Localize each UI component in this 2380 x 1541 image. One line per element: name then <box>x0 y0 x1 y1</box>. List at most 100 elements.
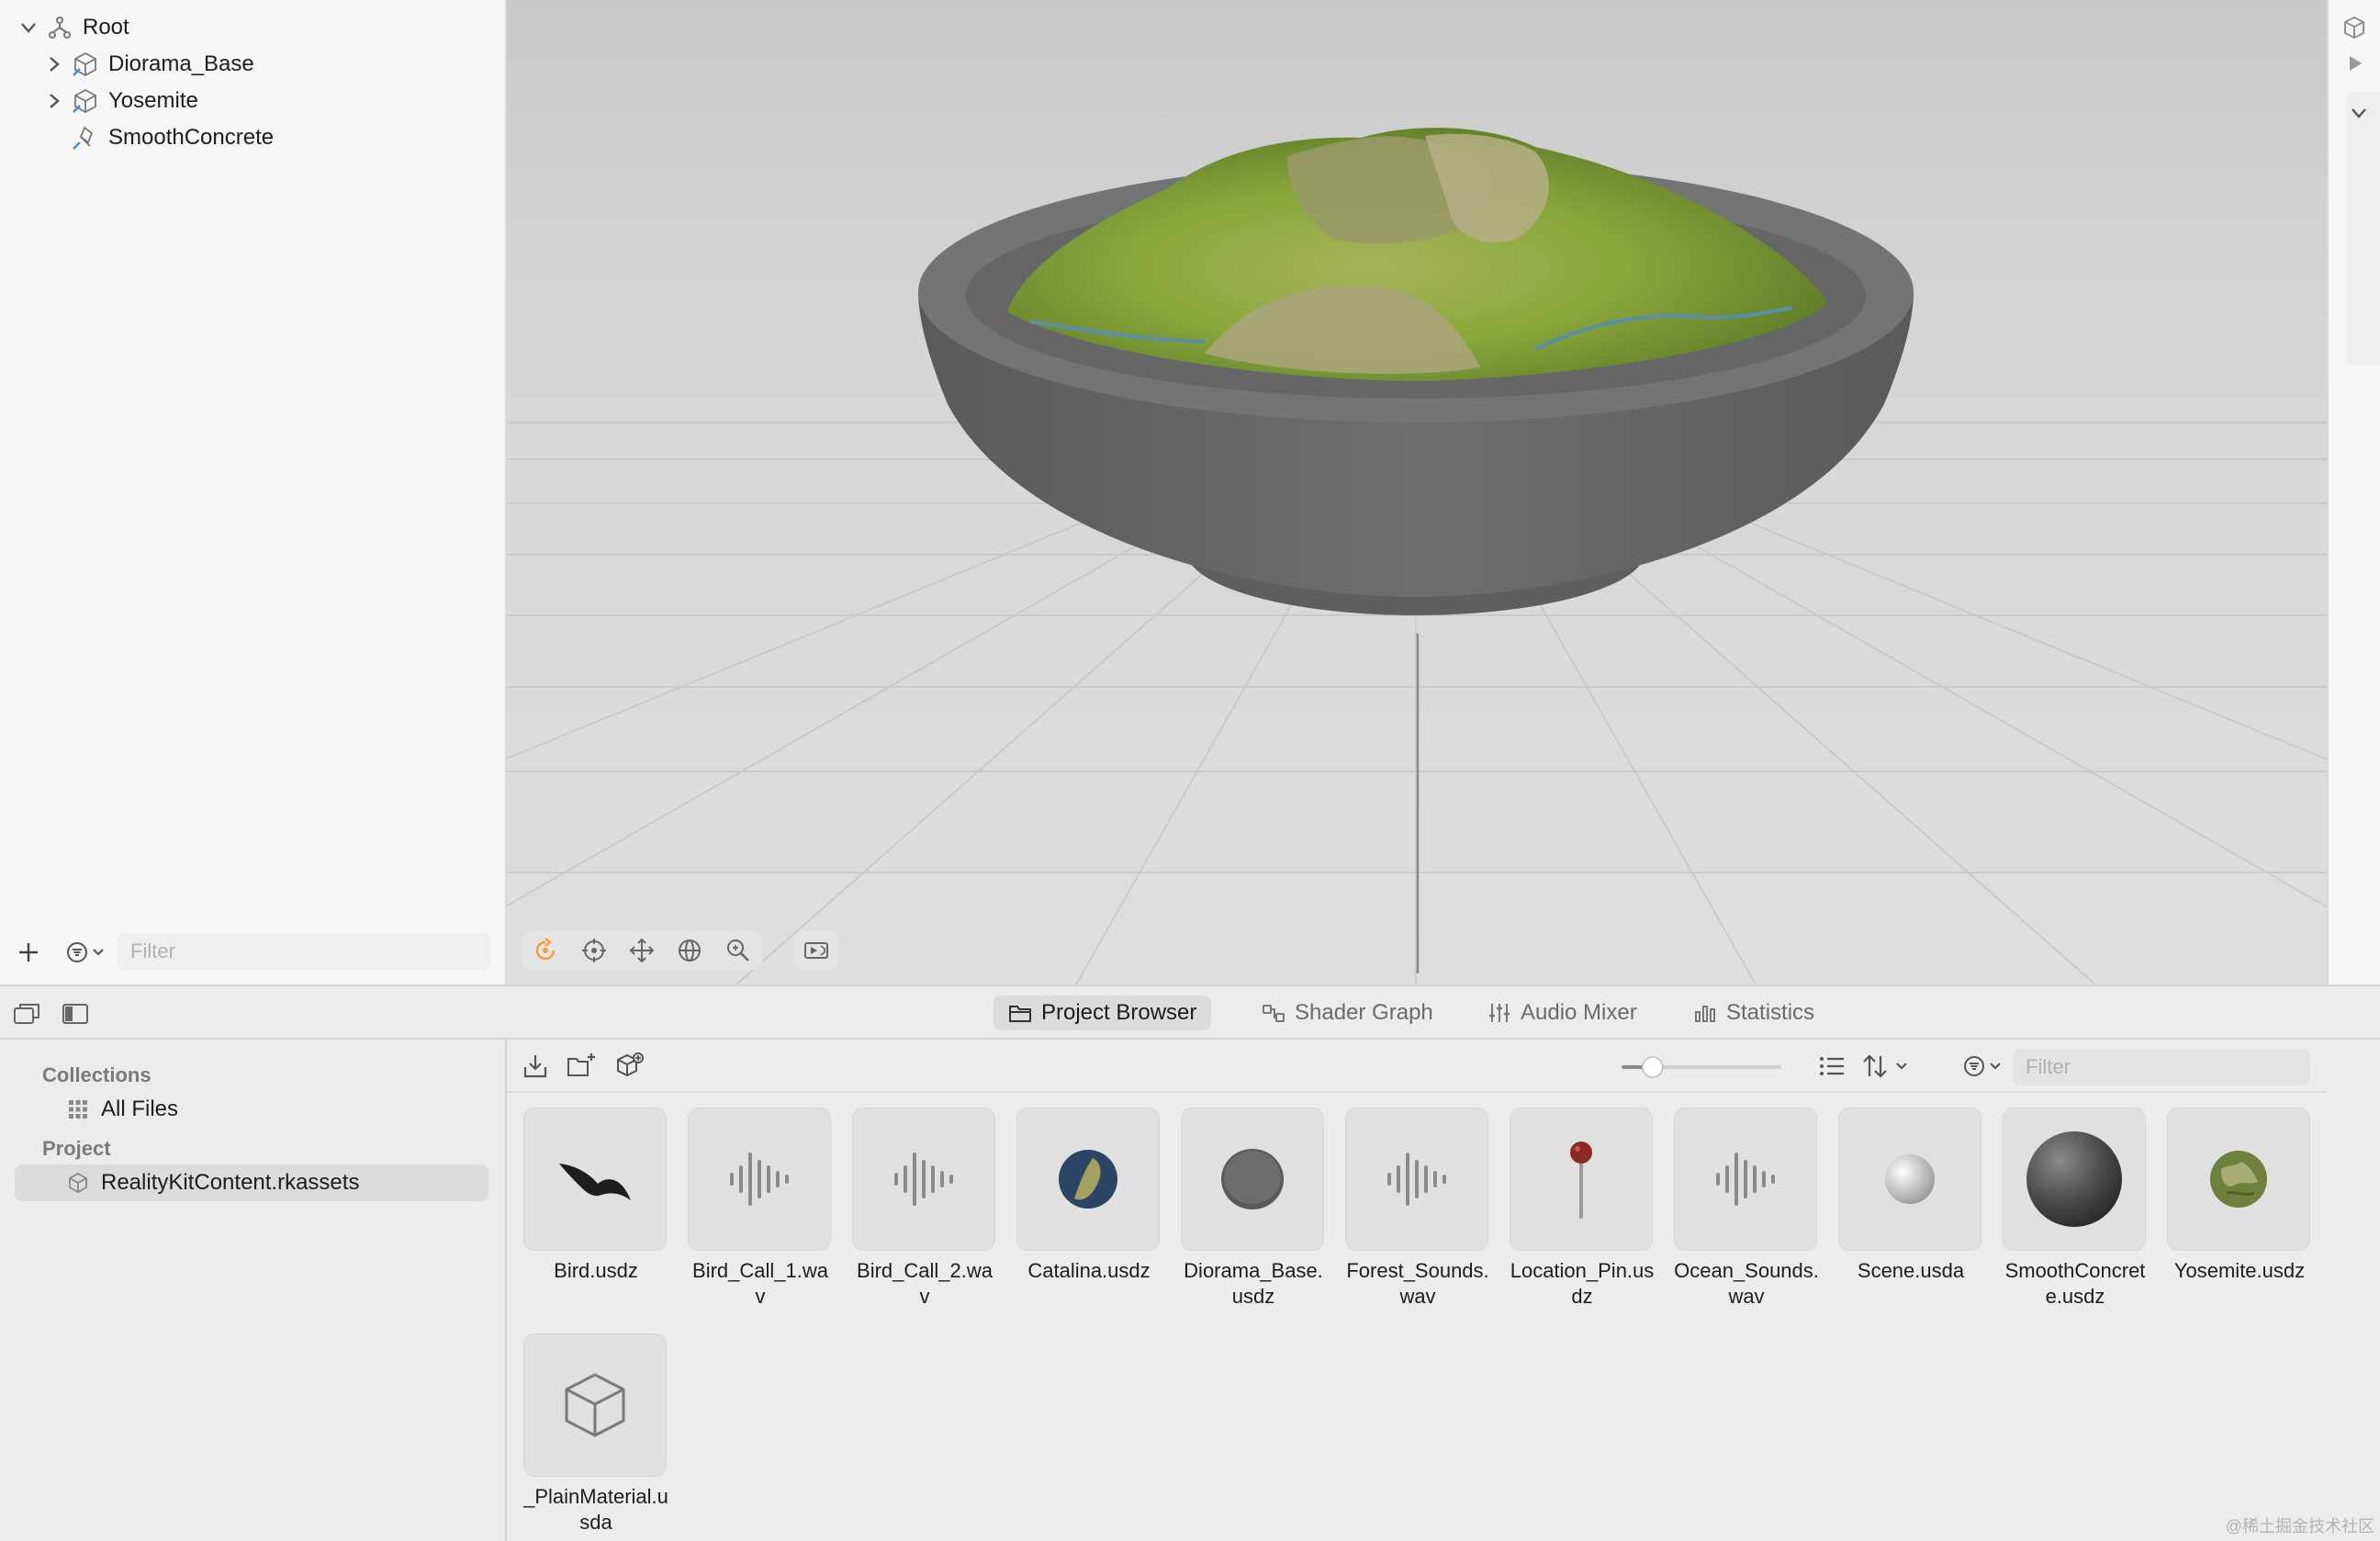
asset-name: _PlainMaterial.usda <box>523 1485 668 1534</box>
sliders-icon <box>1489 1004 1510 1022</box>
disc-icon <box>1221 1149 1284 1209</box>
play-icon[interactable] <box>2345 53 2365 73</box>
asset-tile[interactable]: _PlainMaterial.usda <box>523 1333 668 1535</box>
filter-circle-icon <box>1964 1056 2001 1076</box>
asset-thumbnail <box>1016 1108 1160 1251</box>
folder-icon <box>1009 1006 1031 1022</box>
browser-filter-input[interactable] <box>2013 1049 2310 1085</box>
tree-label-root: Root <box>83 15 129 39</box>
hierarchy-footer <box>0 928 505 975</box>
sphere-small-icon <box>1885 1154 1935 1204</box>
chevron-down-icon[interactable] <box>18 17 39 38</box>
project-browser: Bird.usdz Bird_Call_1.wav Bird_Call_2.wa… <box>507 1040 2327 1541</box>
rotate-globe-icon[interactable] <box>676 937 703 964</box>
asset-tile[interactable]: Bird.usdz <box>523 1108 668 1284</box>
package-icon <box>69 1172 87 1194</box>
zoom-icon[interactable] <box>724 937 752 964</box>
watermark: @稀土掘金技术社区 <box>2225 1517 2374 1535</box>
entity-cube-icon <box>73 51 96 77</box>
asset-tile[interactable]: Ocean_Sounds.wav <box>1674 1108 1819 1310</box>
collection-all-files[interactable]: All Files <box>15 1091 488 1128</box>
waveform-icon <box>1387 1153 1446 1206</box>
sidebar-toggle-icon[interactable] <box>61 1001 90 1027</box>
asset-tile[interactable]: Location_Pin.usdz <box>1510 1108 1655 1310</box>
chevron-down-icon[interactable] <box>2349 103 2369 123</box>
asset-name: Location_Pin.usdz <box>1510 1259 1655 1308</box>
filter-options-button[interactable] <box>57 935 118 970</box>
entity-cube-icon <box>73 88 96 114</box>
asset-tile[interactable]: Yosemite.usdz <box>2167 1108 2312 1284</box>
tab-audio-mixer[interactable]: Audio Mixer <box>1473 995 1652 1030</box>
asset-tile[interactable]: Bird_Call_2.wav <box>852 1108 997 1310</box>
asset-tile[interactable]: Forest_Sounds.wav <box>1345 1108 1490 1310</box>
asset-name: Scene.usda <box>1857 1259 1965 1282</box>
asset-tile[interactable]: Diorama_Base.usdz <box>1181 1108 1326 1310</box>
import-icon[interactable] <box>520 1051 551 1082</box>
asset-thumbnail <box>2167 1108 2310 1251</box>
pin-icon <box>1570 1142 1592 1219</box>
tree-label: SmoothConcrete <box>108 125 275 150</box>
asset-name: Catalina.usdz <box>1027 1259 1151 1282</box>
asset-thumbnail <box>1838 1108 1981 1251</box>
asset-name: Yosemite.usdz <box>2173 1259 2306 1282</box>
chevron-right-icon[interactable] <box>44 54 64 74</box>
collections-sidebar: Collections All Files Project RealityKit… <box>0 1040 507 1541</box>
waveform-icon <box>730 1153 789 1206</box>
tree-row-yosemite[interactable]: Yosemite <box>44 83 198 119</box>
dolly-icon[interactable] <box>580 937 608 964</box>
bar-chart-icon <box>1695 1006 1715 1022</box>
asset-name: Bird_Call_2.wav <box>857 1259 993 1308</box>
asset-thumbnail <box>852 1108 995 1251</box>
viewport-tools <box>522 931 762 970</box>
waveform-icon <box>894 1153 953 1206</box>
tab-statistics[interactable]: Statistics <box>1678 995 1829 1030</box>
window-overlap-icon[interactable] <box>13 1001 42 1027</box>
material-icon <box>73 126 94 150</box>
browser-filter-options-button[interactable] <box>1956 1049 2013 1084</box>
tree-row-smoothconcrete[interactable]: SmoothConcrete <box>72 119 274 156</box>
terrain-icon <box>2210 1151 2267 1208</box>
hierarchy-filter-input[interactable] <box>118 933 490 970</box>
camera-options-button[interactable] <box>793 931 839 970</box>
waveform-icon <box>1716 1153 1775 1206</box>
asset-name: Bird_Call_1.wav <box>692 1259 828 1308</box>
tree-label: Yosemite <box>108 88 198 113</box>
list-view-icon[interactable] <box>1816 1051 1847 1082</box>
asset-tile[interactable]: Scene.usda <box>1838 1108 1983 1284</box>
project-title: Project <box>42 1137 111 1160</box>
thumbnail-size-slider[interactable] <box>1622 1056 1781 1078</box>
new-entity-icon[interactable] <box>613 1051 645 1082</box>
camera-icon <box>804 942 828 959</box>
sphere-dark-icon <box>2026 1131 2122 1227</box>
scene-hierarchy-panel: Root Diorama_Base Yosemite SmoothConcret… <box>0 0 507 984</box>
browser-toolbar <box>507 1040 2327 1093</box>
inspector-cube-icon[interactable] <box>2341 15 2367 40</box>
project-item-rkassets[interactable]: RealityKitContent.rkassets <box>15 1164 488 1201</box>
pan-move-icon[interactable] <box>628 937 656 964</box>
asset-thumbnail <box>688 1108 831 1251</box>
tree-row-root[interactable]: Root <box>18 9 129 46</box>
asset-tile[interactable]: Catalina.usdz <box>1016 1108 1162 1284</box>
asset-thumbnail <box>1181 1108 1324 1251</box>
asset-name: Diorama_Base.usdz <box>1184 1259 1323 1308</box>
tab-project-browser[interactable]: Project Browser <box>994 995 1212 1030</box>
tree-row-diorama-base[interactable]: Diorama_Base <box>44 46 254 83</box>
tab-shader-graph[interactable]: Shader Graph <box>1247 995 1448 1030</box>
asset-name: Forest_Sounds.wav <box>1346 1259 1489 1308</box>
cube-icon <box>565 1373 625 1437</box>
inspector-section <box>2345 92 2380 366</box>
asset-tile[interactable]: Bird_Call_1.wav <box>688 1108 833 1310</box>
grid-icon <box>69 1100 87 1119</box>
asset-thumbnail <box>1345 1108 1488 1251</box>
asset-tile[interactable]: SmoothConcrete.usdz <box>2003 1108 2148 1310</box>
asset-name: Bird.usdz <box>554 1259 638 1282</box>
orbit-camera-icon[interactable] <box>532 937 559 964</box>
bird-icon <box>559 1164 631 1200</box>
chevron-right-icon[interactable] <box>44 91 64 111</box>
asset-thumbnail <box>523 1108 667 1251</box>
add-icon[interactable] <box>15 939 42 966</box>
sort-icon[interactable] <box>1860 1051 1917 1082</box>
shader-graph-icon <box>1263 1005 1285 1022</box>
scene-viewport[interactable] <box>507 0 2327 984</box>
new-folder-icon[interactable] <box>566 1051 597 1082</box>
